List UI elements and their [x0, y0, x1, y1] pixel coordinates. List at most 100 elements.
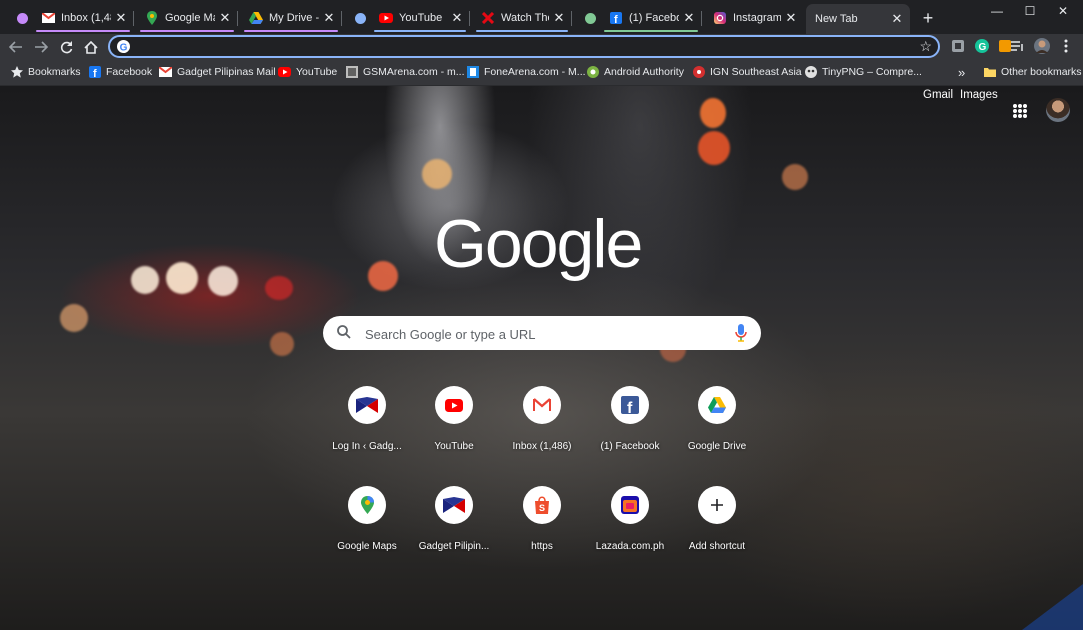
- shortcut-inbox[interactable]: Inbox (1,486): [498, 386, 586, 464]
- shortcut-lazada[interactable]: Lazada.com.ph: [586, 486, 674, 564]
- images-link[interactable]: Images: [960, 89, 998, 101]
- shortcut-log-in-gadget[interactable]: Log In ‹ Gadg...: [323, 386, 411, 464]
- x-logo-icon: [481, 11, 495, 25]
- tab-title: My Drive - Google Drive: [269, 12, 319, 24]
- shortcut-google-maps[interactable]: Google Maps: [323, 486, 411, 564]
- background-light: [265, 276, 293, 300]
- tab-inbox[interactable]: Inbox (1,486) ✕: [32, 4, 134, 32]
- tab-group-line: [36, 30, 130, 32]
- tab-group-blue[interactable]: [344, 4, 370, 32]
- close-window-button[interactable]: ✕: [1040, 0, 1083, 22]
- tab-watch-thousands[interactable]: Watch Thousands ✕: [472, 4, 572, 32]
- back-button[interactable]: [6, 37, 26, 57]
- youtube-icon: [278, 66, 291, 79]
- shortcut-label: Gadget Pilipin...: [418, 541, 490, 552]
- tab-new-tab[interactable]: New Tab ✕: [806, 4, 910, 34]
- tab-instagram[interactable]: Instagram ✕: [704, 4, 804, 32]
- tab-title: Inbox (1,486): [61, 12, 111, 24]
- home-icon: [84, 40, 98, 54]
- gmail-link[interactable]: Gmail: [923, 89, 953, 101]
- tab-group-purple[interactable]: [6, 4, 32, 32]
- bookmark-gadget-pilipinas-mail[interactable]: Gadget Pilipinas Mail: [159, 64, 276, 80]
- tab-title: Instagram: [733, 12, 781, 24]
- tinypng-icon: [804, 66, 817, 79]
- shortcut-google-drive[interactable]: Google Drive: [673, 386, 761, 464]
- bookmark-fonearena[interactable]: FoneArena.com - M...: [466, 64, 586, 80]
- watermark-logo: [1022, 584, 1083, 630]
- group-dot-icon: [353, 11, 367, 25]
- shortcut-label: Google Drive: [687, 441, 747, 452]
- google-logo: Google: [434, 206, 643, 282]
- account-avatar[interactable]: [1046, 98, 1070, 122]
- home-button[interactable]: [81, 37, 101, 57]
- tab-group-green[interactable]: [574, 4, 600, 32]
- youtube-icon: [379, 11, 393, 25]
- instagram-icon: [713, 11, 727, 25]
- youtube-icon: [435, 386, 473, 424]
- new-tab-button[interactable]: +: [918, 8, 938, 28]
- add-shortcut-button[interactable]: Add shortcut: [673, 486, 761, 564]
- gadget-pilipinas-icon: [348, 386, 386, 424]
- address-input[interactable]: [138, 38, 902, 57]
- shortcut-https[interactable]: S https: [498, 486, 586, 564]
- bookmark-bookmarks[interactable]: Bookmarks: [10, 64, 81, 80]
- maps-pin-icon: [348, 486, 386, 524]
- tab-youtube[interactable]: YouTube ✕: [370, 4, 470, 32]
- svg-text:f: f: [93, 68, 97, 78]
- menu-icon[interactable]: [1057, 37, 1075, 55]
- toolbar: G ☆ G: [0, 34, 1083, 59]
- bookmark-facebook[interactable]: f Facebook: [88, 64, 152, 80]
- close-icon[interactable]: ✕: [114, 10, 128, 26]
- facebook-icon: f: [611, 386, 649, 424]
- bookmark-gsmarena[interactable]: GSMArena.com - m...: [345, 64, 465, 80]
- svg-text:f: f: [627, 400, 633, 414]
- background-light: [368, 261, 398, 291]
- close-icon[interactable]: ✕: [682, 10, 696, 26]
- reading-list-icon[interactable]: [1008, 37, 1026, 55]
- forward-button[interactable]: [31, 37, 51, 57]
- search-box[interactable]: [323, 316, 761, 350]
- address-bar[interactable]: G ☆: [108, 35, 940, 58]
- shopee-icon: S: [523, 486, 561, 524]
- search-input[interactable]: [363, 324, 717, 344]
- microphone-icon[interactable]: [735, 324, 747, 347]
- bookmark-ign[interactable]: IGN Southeast Asia: [692, 64, 802, 80]
- tab-my-drive[interactable]: My Drive - Google Drive ✕: [240, 4, 342, 32]
- reload-button[interactable]: [56, 37, 76, 57]
- bookmarks-bar: Bookmarks f Facebook Gadget Pilipinas Ma…: [0, 59, 1083, 86]
- close-icon[interactable]: ✕: [322, 10, 336, 26]
- tab-google-maps[interactable]: Google Maps ✕: [136, 4, 238, 32]
- bookmark-youtube[interactable]: YouTube: [278, 64, 337, 80]
- close-icon[interactable]: ✕: [890, 11, 904, 27]
- background-light: [422, 159, 452, 189]
- bookmark-android-authority[interactable]: Android Authority: [586, 64, 684, 80]
- gmail-icon: [523, 386, 561, 424]
- background-light: [208, 266, 238, 296]
- background-light: [782, 164, 808, 190]
- profile-avatar-icon[interactable]: [1033, 37, 1051, 55]
- bookmarks-overflow-button[interactable]: »: [958, 64, 965, 80]
- other-bookmarks[interactable]: Other bookmarks: [983, 64, 1082, 80]
- gmail-icon: [159, 66, 172, 79]
- google-apps-icon[interactable]: [1013, 104, 1027, 118]
- close-icon[interactable]: ✕: [450, 10, 464, 26]
- grammarly-icon[interactable]: G: [973, 37, 991, 55]
- background-light: [698, 131, 730, 165]
- close-icon[interactable]: ✕: [552, 10, 566, 26]
- fonearena-icon: [466, 66, 479, 79]
- shortcut-facebook[interactable]: f (1) Facebook: [586, 386, 674, 464]
- tab-strip: Inbox (1,486) ✕ Google Maps ✕ My Drive -…: [0, 0, 1083, 34]
- shortcut-gadget-pilipinas[interactable]: Gadget Pilipin...: [410, 486, 498, 564]
- shortcut-label: (1) Facebook: [600, 441, 660, 452]
- extension-icon[interactable]: [949, 37, 967, 55]
- gadget-pilipinas-icon: [435, 486, 473, 524]
- android-authority-icon: [586, 66, 599, 79]
- shortcut-youtube[interactable]: YouTube: [410, 386, 498, 464]
- tab-facebook[interactable]: f (1) Facebook ✕: [600, 4, 702, 32]
- bookmark-star-icon[interactable]: ☆: [919, 38, 932, 55]
- close-icon[interactable]: ✕: [218, 10, 232, 26]
- bookmark-tinypng[interactable]: TinyPNG – Compre...: [804, 64, 922, 80]
- background-light: [60, 304, 88, 332]
- folder-icon: [983, 66, 996, 79]
- close-icon[interactable]: ✕: [784, 10, 798, 26]
